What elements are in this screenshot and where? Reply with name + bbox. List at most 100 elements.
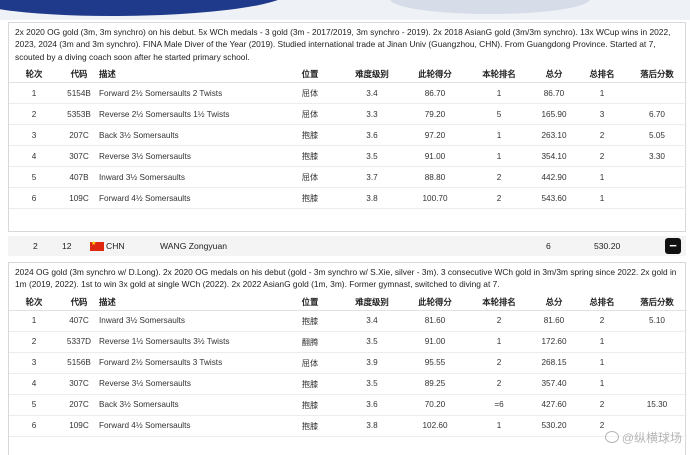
col-header-code: 代码 [59, 293, 99, 311]
col-header-round-rank: 本轮排名 [467, 66, 531, 84]
dive-score: 88.80 [403, 166, 467, 189]
dive-code: 109C [59, 187, 99, 210]
dive-round-rank: 5 [467, 103, 531, 126]
banner-decoration [0, 0, 290, 16]
col-header-total-rank: 总排名 [577, 293, 627, 311]
dive-round-rank: 2 [467, 352, 531, 374]
dive-code: 109C [59, 415, 99, 437]
table-row: 1 5154B Forward 2½ Somersaults 2 Twists 屈体 3… [9, 82, 687, 105]
china-flag-icon [90, 240, 104, 251]
dives-table: 轮次 代码 描述 位置 难度级别 此轮得分 本轮排名 总分 总排名 落后分数 1… [9, 293, 687, 437]
dive-code: 5337D [59, 331, 99, 353]
dive-code: 207C [59, 124, 99, 147]
dive-round: 3 [9, 352, 59, 374]
dive-description: Inward 3½ Somersaults [99, 310, 279, 332]
dive-round: 1 [9, 82, 59, 105]
col-header-total-rank: 总排名 [577, 66, 627, 84]
table-row: 3 5156B Forward 2½ Somersaults 3 Twists 屈体 3… [9, 352, 687, 374]
dive-points-behind [627, 82, 687, 105]
table-header-row: 轮次 代码 描述 位置 难度级别 此轮得分 本轮排名 总分 总排名 落后分数 [9, 66, 687, 84]
dive-round-rank: 1 [467, 82, 531, 105]
collapse-toggle-button[interactable]: − [665, 238, 681, 254]
col-header-round-score: 此轮得分 [403, 66, 467, 84]
dive-position: 抱膝 [279, 415, 341, 437]
athlete-bib: 12 [62, 241, 72, 251]
col-header-points-behind: 落后分数 [627, 293, 687, 311]
dive-round: 1 [9, 310, 59, 332]
dive-total-rank: 1 [577, 187, 627, 210]
dive-round-rank: 2 [467, 373, 531, 395]
table-row: 5 207C Back 3½ Somersaults 抱膝 3.6 70.20 =6 427.… [9, 394, 687, 416]
dive-points-behind: 15.30 [627, 394, 687, 416]
table-header-row: 轮次 代码 描述 位置 难度级别 此轮得分 本轮排名 总分 总排名 落后分数 [9, 293, 687, 311]
dive-total-rank: 2 [577, 124, 627, 147]
dive-total-rank: 1 [577, 166, 627, 189]
table-row: 1 407C Inward 3½ Somersaults 抱膝 3.4 81.60 2 81.… [9, 310, 687, 332]
dive-round: 5 [9, 394, 59, 416]
athlete-bio: 2024 OG gold (3m synchro w/ D.Long). 2x … [15, 267, 677, 290]
dive-round-rank: 2 [467, 166, 531, 189]
dive-round-rank: 2 [467, 310, 531, 332]
watermark: @纵横球场 [602, 429, 684, 446]
dive-total-rank: 2 [577, 394, 627, 416]
dive-round-rank: 1 [467, 124, 531, 147]
dive-code: 207C [59, 394, 99, 416]
dive-round-rank: 1 [467, 331, 531, 353]
dive-code: 407B [59, 166, 99, 189]
col-header-round: 轮次 [9, 293, 59, 311]
dive-total: 86.70 [531, 82, 577, 105]
col-header-round: 轮次 [9, 66, 59, 84]
col-header-points-behind: 落后分数 [627, 66, 687, 84]
dive-total: 442.90 [531, 166, 577, 189]
athlete-total-score: 530.20 [594, 241, 621, 251]
dives-body: 1 5154B Forward 2½ Somersaults 2 Twists 屈体 3… [9, 82, 687, 210]
athlete-name: WANG Zongyuan [160, 241, 228, 251]
dives-body: 1 407C Inward 3½ Somersaults 抱膝 3.4 81.60 2 81.… [9, 310, 687, 437]
col-header-round-rank: 本轮排名 [467, 293, 531, 311]
dive-round: 3 [9, 124, 59, 147]
dive-points-behind [627, 373, 687, 395]
dive-round-rank: =6 [467, 394, 531, 416]
dive-total-rank: 2 [577, 310, 627, 332]
dive-difficulty: 3.5 [341, 331, 403, 353]
dive-total: 427.60 [531, 394, 577, 416]
dive-points-behind [627, 352, 687, 374]
dive-total: 263.10 [531, 124, 577, 147]
dive-points-behind: 5.10 [627, 310, 687, 332]
dive-difficulty: 3.8 [341, 187, 403, 210]
dive-round-rank: 2 [467, 187, 531, 210]
dive-description: Reverse 3½ Somersaults [99, 145, 279, 168]
dive-code: 307C [59, 145, 99, 168]
dive-description: Forward 2½ Somersaults 2 Twists [99, 82, 279, 105]
dive-total: 354.10 [531, 145, 577, 168]
dive-difficulty: 3.9 [341, 352, 403, 374]
table-row: 4 307C Reverse 3½ Somersaults 抱膝 3.5 91.00 1 35… [9, 145, 687, 168]
dive-description: Back 3½ Somersaults [99, 124, 279, 147]
dive-round: 6 [9, 415, 59, 437]
dive-score: 79.20 [403, 103, 467, 126]
dives-table: 轮次 代码 描述 位置 难度级别 此轮得分 本轮排名 总分 总排名 落后分数 1… [9, 66, 687, 210]
col-header-position: 位置 [279, 66, 341, 84]
dive-total: 530.20 [531, 415, 577, 437]
banner-decoration [390, 0, 590, 14]
dive-score: 86.70 [403, 82, 467, 105]
dive-code: 5156B [59, 352, 99, 374]
table-row: 4 307C Reverse 3½ Somersaults 抱膝 3.5 89.25 2 35… [9, 373, 687, 395]
dive-description: Reverse 2½ Somersaults 1½ Twists [99, 103, 279, 126]
dive-total: 165.90 [531, 103, 577, 126]
dive-position: 抱膝 [279, 373, 341, 395]
dive-code: 5154B [59, 82, 99, 105]
dive-position: 屈体 [279, 103, 341, 126]
dive-round: 2 [9, 331, 59, 353]
dive-total-rank: 3 [577, 103, 627, 126]
dive-position: 抱膝 [279, 124, 341, 147]
table-row: 5 407B Inward 3½ Somersaults 屈体 3.7 88.80 2 442… [9, 166, 687, 189]
table-row: 2 5337D Reverse 1½ Somersaults 3½ Twists 翻腾… [9, 331, 687, 353]
athlete-rank: 2 [33, 241, 38, 251]
top-banner [0, 0, 690, 20]
dive-description: Reverse 3½ Somersaults [99, 373, 279, 395]
dive-score: 70.20 [403, 394, 467, 416]
dive-description: Reverse 1½ Somersaults 3½ Twists [99, 331, 279, 353]
dive-difficulty: 3.7 [341, 166, 403, 189]
athlete-result-row[interactable]: 2 12 CHN WANG Zongyuan 6 530.20 − [8, 236, 686, 256]
